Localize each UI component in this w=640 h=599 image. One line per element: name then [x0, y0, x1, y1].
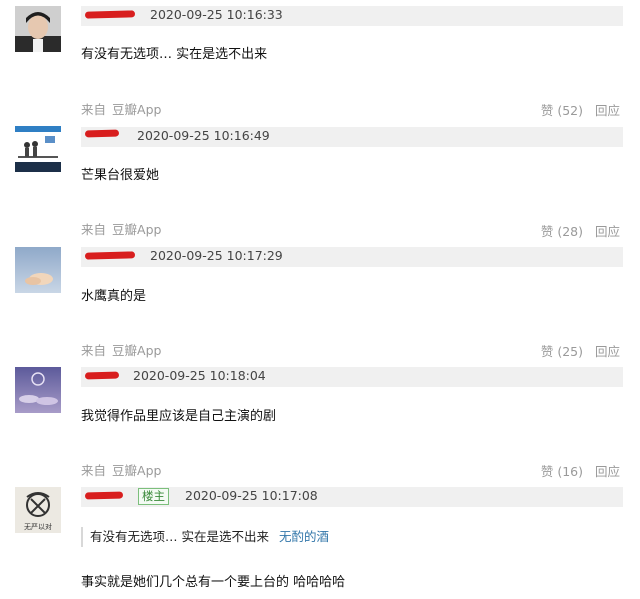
- quoted-reply: 有没有无选项… 实在是选不出来 无酌的酒: [81, 527, 329, 547]
- avatar[interactable]: [15, 367, 61, 413]
- source-app-link[interactable]: 豆瓣App: [112, 463, 161, 478]
- avatar[interactable]: [15, 6, 61, 52]
- avatar[interactable]: 无严以对: [15, 487, 61, 533]
- source-app-link[interactable]: 豆瓣App: [112, 343, 161, 358]
- redacted-username: [84, 129, 120, 138]
- comment-source: 来自 豆瓣App: [81, 460, 161, 479]
- comment-meta-bar: 2020-09-25 10:16:49: [81, 127, 623, 147]
- comment-timestamp: 2020-09-25 10:16:49: [137, 128, 270, 143]
- source-label: 来自: [81, 222, 107, 237]
- like-button[interactable]: 赞 (25): [541, 344, 583, 359]
- comment-text: 我觉得作品里应该是自己主演的剧: [81, 409, 277, 424]
- source-label: 来自: [81, 343, 107, 358]
- redacted-username: [84, 251, 136, 260]
- comment-timestamp: 2020-09-25 10:17:29: [150, 248, 283, 263]
- reply-button[interactable]: 回应: [595, 464, 620, 479]
- quote-author-link[interactable]: 无酌的酒: [279, 529, 329, 544]
- comment-actions: 赞 (52) 回应: [541, 100, 620, 119]
- comment-text: 芒果台很爱她: [81, 168, 160, 183]
- comment-source: 来自 豆瓣App: [81, 340, 161, 359]
- quote-text: 有没有无选项… 实在是选不出来: [90, 529, 269, 544]
- reply-button[interactable]: 回应: [595, 344, 620, 359]
- comment-timestamp: 2020-09-25 10:18:04: [133, 368, 266, 383]
- like-button[interactable]: 赞 (52): [541, 103, 583, 118]
- source-app-link[interactable]: 豆瓣App: [112, 222, 161, 237]
- comment-timestamp: 2020-09-25 10:16:33: [150, 7, 283, 22]
- comment-text: 事实就是她们几个总有一个要上台的 哈哈哈哈: [81, 575, 346, 590]
- comment-text: 有没有无选项… 实在是选不出来: [81, 47, 268, 62]
- comment-actions: 赞 (25) 回应: [541, 341, 620, 360]
- comment-source: 来自 豆瓣App: [81, 99, 161, 118]
- comment-source: 来自 豆瓣App: [81, 219, 161, 238]
- comment-text: 水鹰真的是: [81, 289, 147, 304]
- source-label: 来自: [81, 463, 107, 478]
- avatar[interactable]: [15, 247, 61, 293]
- avatar[interactable]: [15, 126, 61, 172]
- redacted-username: [84, 491, 124, 500]
- reply-button[interactable]: 回应: [595, 224, 620, 239]
- comment-meta-bar: 2020-09-25 10:17:29: [81, 247, 623, 267]
- comment-meta-bar: 楼主 2020-09-25 10:17:08: [81, 487, 623, 507]
- op-badge: 楼主: [138, 488, 169, 505]
- comment-meta-bar: 2020-09-25 10:18:04: [81, 367, 623, 387]
- redacted-username: [84, 371, 120, 380]
- comment-timestamp: 2020-09-25 10:17:08: [185, 488, 318, 503]
- redacted-username: [84, 10, 136, 19]
- reply-button[interactable]: 回应: [595, 103, 620, 118]
- like-button[interactable]: 赞 (28): [541, 224, 583, 239]
- avatar-caption: 无严以对: [24, 522, 52, 531]
- source-app-link[interactable]: 豆瓣App: [112, 102, 161, 117]
- comment-actions: 赞 (16) 回应: [541, 461, 620, 480]
- source-label: 来自: [81, 102, 107, 117]
- like-button[interactable]: 赞 (16): [541, 464, 583, 479]
- comment-actions: 赞 (28) 回应: [541, 221, 620, 240]
- comment-meta-bar: 2020-09-25 10:16:33: [81, 6, 623, 26]
